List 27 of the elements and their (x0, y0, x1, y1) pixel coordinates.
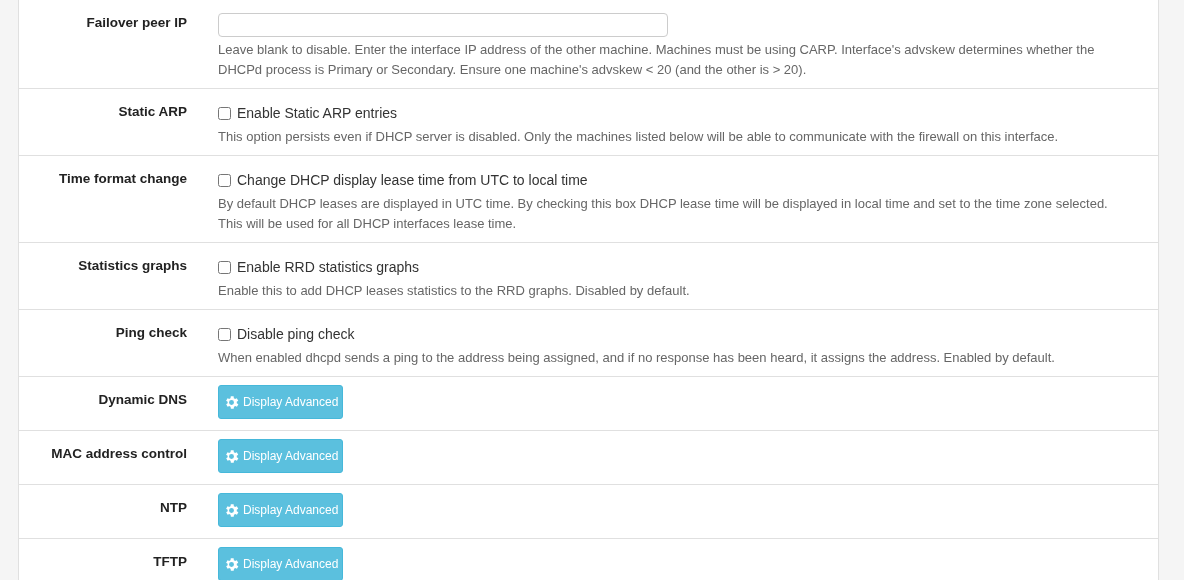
field-label: Statistics graphs (77, 257, 187, 275)
text-field[interactable] (218, 13, 668, 37)
checkbox-label[interactable]: Disable ping check (237, 326, 355, 342)
field-label: NTP (159, 499, 187, 517)
gear-icon (223, 555, 240, 573)
field-label: Static ARP (117, 103, 187, 121)
field-label: Ping check (114, 324, 187, 342)
gear-icon (223, 393, 240, 411)
checkbox[interactable] (218, 327, 231, 341)
checkbox-label[interactable]: Enable RRD statistics graphs (237, 259, 420, 275)
field-label: Dynamic DNS (97, 391, 187, 409)
help-text: Enable this to add DHCP leases statistics to the RRD graphs. Disabled by default. (218, 282, 691, 300)
checkbox[interactable] (218, 106, 231, 120)
checkbox-label[interactable]: Change DHCP display lease time from UTC to local time (237, 172, 588, 188)
checkbox-label[interactable]: Enable Static ARP entries (237, 105, 398, 121)
help-text: Leave blank to disable. Enter the interface IP address of the other machine. Machines must be using CARP. Interface's advskew determines whether the DHCPd process is Primary or Secondary. Ensure one machine's advskew < 20 (and the other is > 20). (218, 41, 1096, 79)
checkbox[interactable] (218, 260, 231, 274)
field-label: MAC address control (50, 445, 187, 463)
gear-icon (223, 501, 240, 519)
help-text: When enabled dhcpd sends a ping to the address being assigned, and if no response has been heard, it assigns the address. Enabled by default. (218, 349, 1056, 367)
field-label: Time format change (57, 170, 187, 188)
field-label: TFTP (152, 553, 187, 571)
checkbox[interactable] (218, 173, 231, 187)
help-text: This option persists even if DHCP server is disabled. Only the machines listed below will be able to communicate with the firewall on this interface. (218, 128, 1060, 146)
gear-icon (223, 447, 240, 465)
field-label: Failover peer IP (85, 14, 187, 32)
help-text: By default DHCP leases are displayed in UTC time. By checking this box DHCP lease time will be displayed in local time and set to the time zone selected. This will be used for all DHCP interfaces lease time. (218, 195, 1109, 233)
